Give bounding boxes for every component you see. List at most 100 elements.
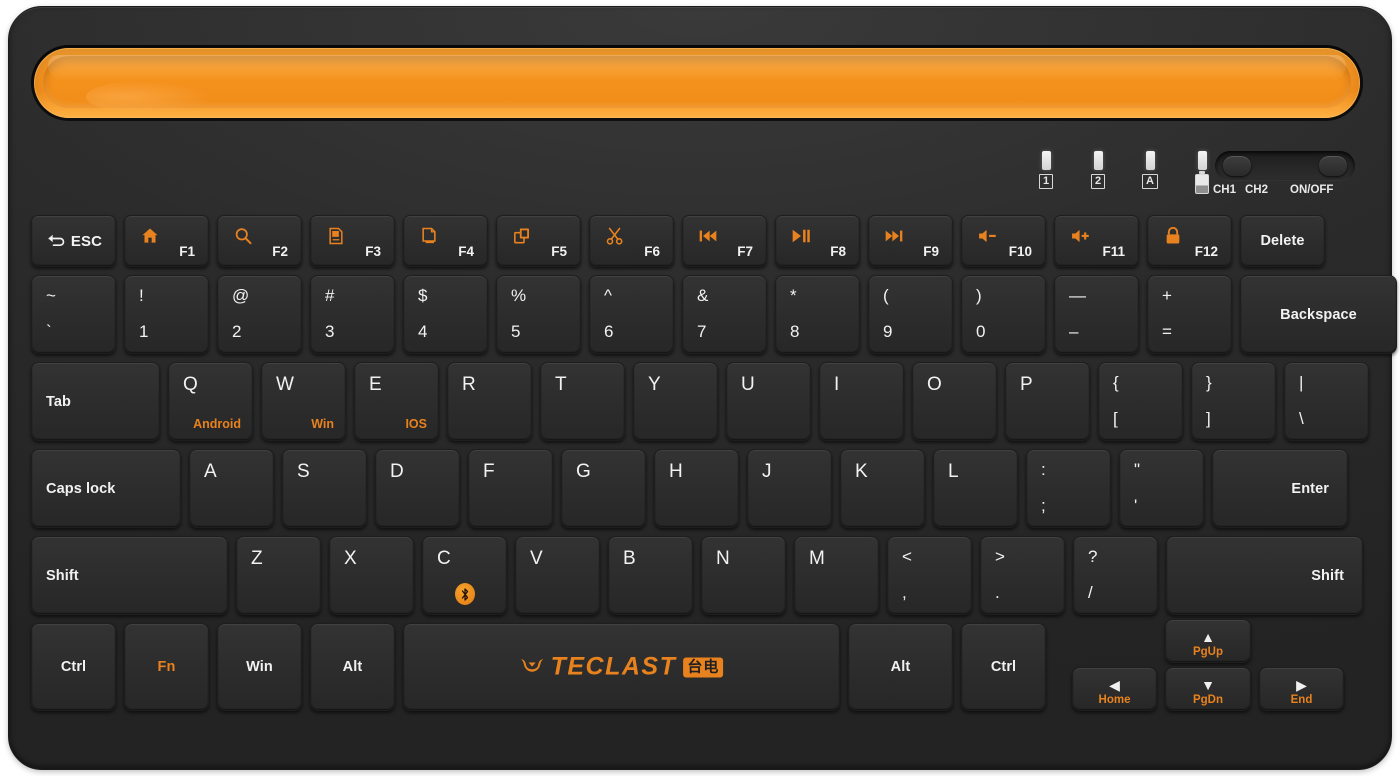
f11-key[interactable]: F11 — [1054, 215, 1139, 267]
arrow-left-key[interactable]: ◀ Home — [1072, 667, 1157, 711]
arrow-up-key[interactable]: ▲ PgUp — [1165, 619, 1251, 663]
f1-key[interactable]: F1 — [124, 215, 209, 267]
f8-label: F8 — [830, 244, 846, 259]
equal-key[interactable]: + = — [1147, 275, 1232, 354]
digit-2-key[interactable]: @2 — [217, 275, 302, 354]
shift-left-key[interactable]: Shift — [31, 536, 228, 615]
quote-key[interactable]: " ' — [1119, 449, 1204, 528]
tab-key[interactable]: Tab — [31, 362, 160, 441]
delete-key[interactable]: Delete — [1240, 215, 1325, 267]
groove-cavity — [43, 56, 1351, 108]
slash-key[interactable]: ? / — [1073, 536, 1158, 615]
j-key[interactable]: J — [747, 449, 832, 528]
f9-key[interactable]: F9 — [868, 215, 953, 267]
z-key[interactable]: Z — [236, 536, 321, 615]
n-key[interactable]: N — [701, 536, 786, 615]
o-key[interactable]: O — [912, 362, 997, 441]
f2-key[interactable]: F2 — [217, 215, 302, 267]
arrow-right-key[interactable]: ▶ End — [1259, 667, 1344, 711]
channel-switch[interactable] — [1223, 156, 1251, 176]
alt-right-key[interactable]: Alt — [848, 623, 953, 711]
f6-key[interactable]: F6 — [589, 215, 674, 267]
k-key[interactable]: K — [840, 449, 925, 528]
arrow-left-glyph-icon: ◀ — [1109, 677, 1120, 693]
f10-key[interactable]: F10 — [961, 215, 1046, 267]
g-key[interactable]: G — [561, 449, 646, 528]
y-key[interactable]: Y — [633, 362, 718, 441]
home-key-row: Caps lock A S D F G H J K L:; " ' Enter — [31, 449, 1348, 528]
semicolon-key[interactable]: :; — [1026, 449, 1111, 528]
win-key[interactable]: Win — [217, 623, 302, 711]
k-label: K — [855, 461, 868, 482]
b-key[interactable]: B — [608, 536, 693, 615]
e-key[interactable]: E IOS — [354, 362, 439, 441]
volume-up-icon — [1069, 226, 1091, 246]
period-key[interactable]: >. — [980, 536, 1065, 615]
digit-0-key[interactable]: ) 0 — [961, 275, 1046, 354]
x-key[interactable]: X — [329, 536, 414, 615]
s-key[interactable]: S — [282, 449, 367, 528]
power-switch[interactable] — [1319, 156, 1347, 176]
i-key[interactable]: I — [819, 362, 904, 441]
comma-key[interactable]: <, — [887, 536, 972, 615]
m-key[interactable]: M — [794, 536, 879, 615]
digit-5-lower-label: 5 — [511, 322, 521, 341]
digit-1-key[interactable]: ! 1 — [124, 275, 209, 354]
backslash-key[interactable]: | \ — [1284, 362, 1369, 441]
play-pause-icon — [790, 226, 812, 246]
ctrl-right-key[interactable]: Ctrl — [961, 623, 1046, 711]
space-key[interactable]: TECLAST 台电 — [403, 623, 840, 711]
c-key[interactable]: C — [422, 536, 507, 615]
fn-key[interactable]: Fn — [124, 623, 209, 711]
t-key[interactable]: T — [540, 362, 625, 441]
v-key[interactable]: V — [515, 536, 600, 615]
f-key[interactable]: F — [468, 449, 553, 528]
e-label: E — [369, 374, 382, 395]
f12-key[interactable]: F12 — [1147, 215, 1232, 267]
p-key[interactable]: P — [1005, 362, 1090, 441]
minus-key[interactable]: — – — [1054, 275, 1139, 354]
digit-7-key[interactable]: & 7 — [682, 275, 767, 354]
alt-left-label: Alt — [342, 659, 363, 675]
q-key[interactable]: Q Android — [168, 362, 253, 441]
ctrl-left-key[interactable]: Ctrl — [31, 623, 116, 711]
shift-right-key[interactable]: Shift — [1166, 536, 1363, 615]
u-key[interactable]: U — [726, 362, 811, 441]
f3-key[interactable]: F3 — [310, 215, 395, 267]
digit-6-key[interactable]: ^ 6 — [589, 275, 674, 354]
bracket-left-key[interactable]: {[ — [1098, 362, 1183, 441]
f3-label: F3 — [365, 244, 381, 259]
f-label: F — [483, 461, 495, 482]
a-key[interactable]: A — [189, 449, 274, 528]
caps-lock-key[interactable]: Caps lock — [31, 449, 181, 528]
h-key[interactable]: H — [654, 449, 739, 528]
digit-4-key[interactable]: $4 — [403, 275, 488, 354]
arrow-down-key[interactable]: ▼ PgDn — [1165, 667, 1251, 711]
w-key[interactable]: W Win — [261, 362, 346, 441]
l-key[interactable]: L — [933, 449, 1018, 528]
r-key[interactable]: R — [447, 362, 532, 441]
backquote-key[interactable]: ~ ` — [31, 275, 116, 354]
backspace-key[interactable]: Backspace — [1240, 275, 1397, 354]
f4-key[interactable]: F4 — [403, 215, 488, 267]
cut-page-icon — [418, 226, 440, 246]
bracket-right-key[interactable]: }] — [1191, 362, 1276, 441]
esc-key[interactable]: ESC — [31, 215, 116, 267]
enter-key[interactable]: Enter — [1212, 449, 1348, 528]
digit-9-key[interactable]: (9 — [868, 275, 953, 354]
digit-8-key[interactable]: * 8 — [775, 275, 860, 354]
digit-5-key[interactable]: % 5 — [496, 275, 581, 354]
d-key[interactable]: D — [375, 449, 460, 528]
f5-key[interactable]: F5 — [496, 215, 581, 267]
alt-left-key[interactable]: Alt — [310, 623, 395, 711]
w-label: W — [276, 374, 294, 395]
r-label: R — [462, 374, 476, 395]
digit-3-key[interactable]: #3 — [310, 275, 395, 354]
digit-2-upper-label: @ — [232, 286, 250, 305]
f8-key[interactable]: F8 — [775, 215, 860, 267]
digit-8-lower-label: 8 — [790, 322, 800, 341]
p-label: P — [1020, 374, 1033, 395]
f7-key[interactable]: F7 — [682, 215, 767, 267]
quote-upper-label: " — [1134, 460, 1141, 479]
copy-icon — [511, 226, 533, 246]
